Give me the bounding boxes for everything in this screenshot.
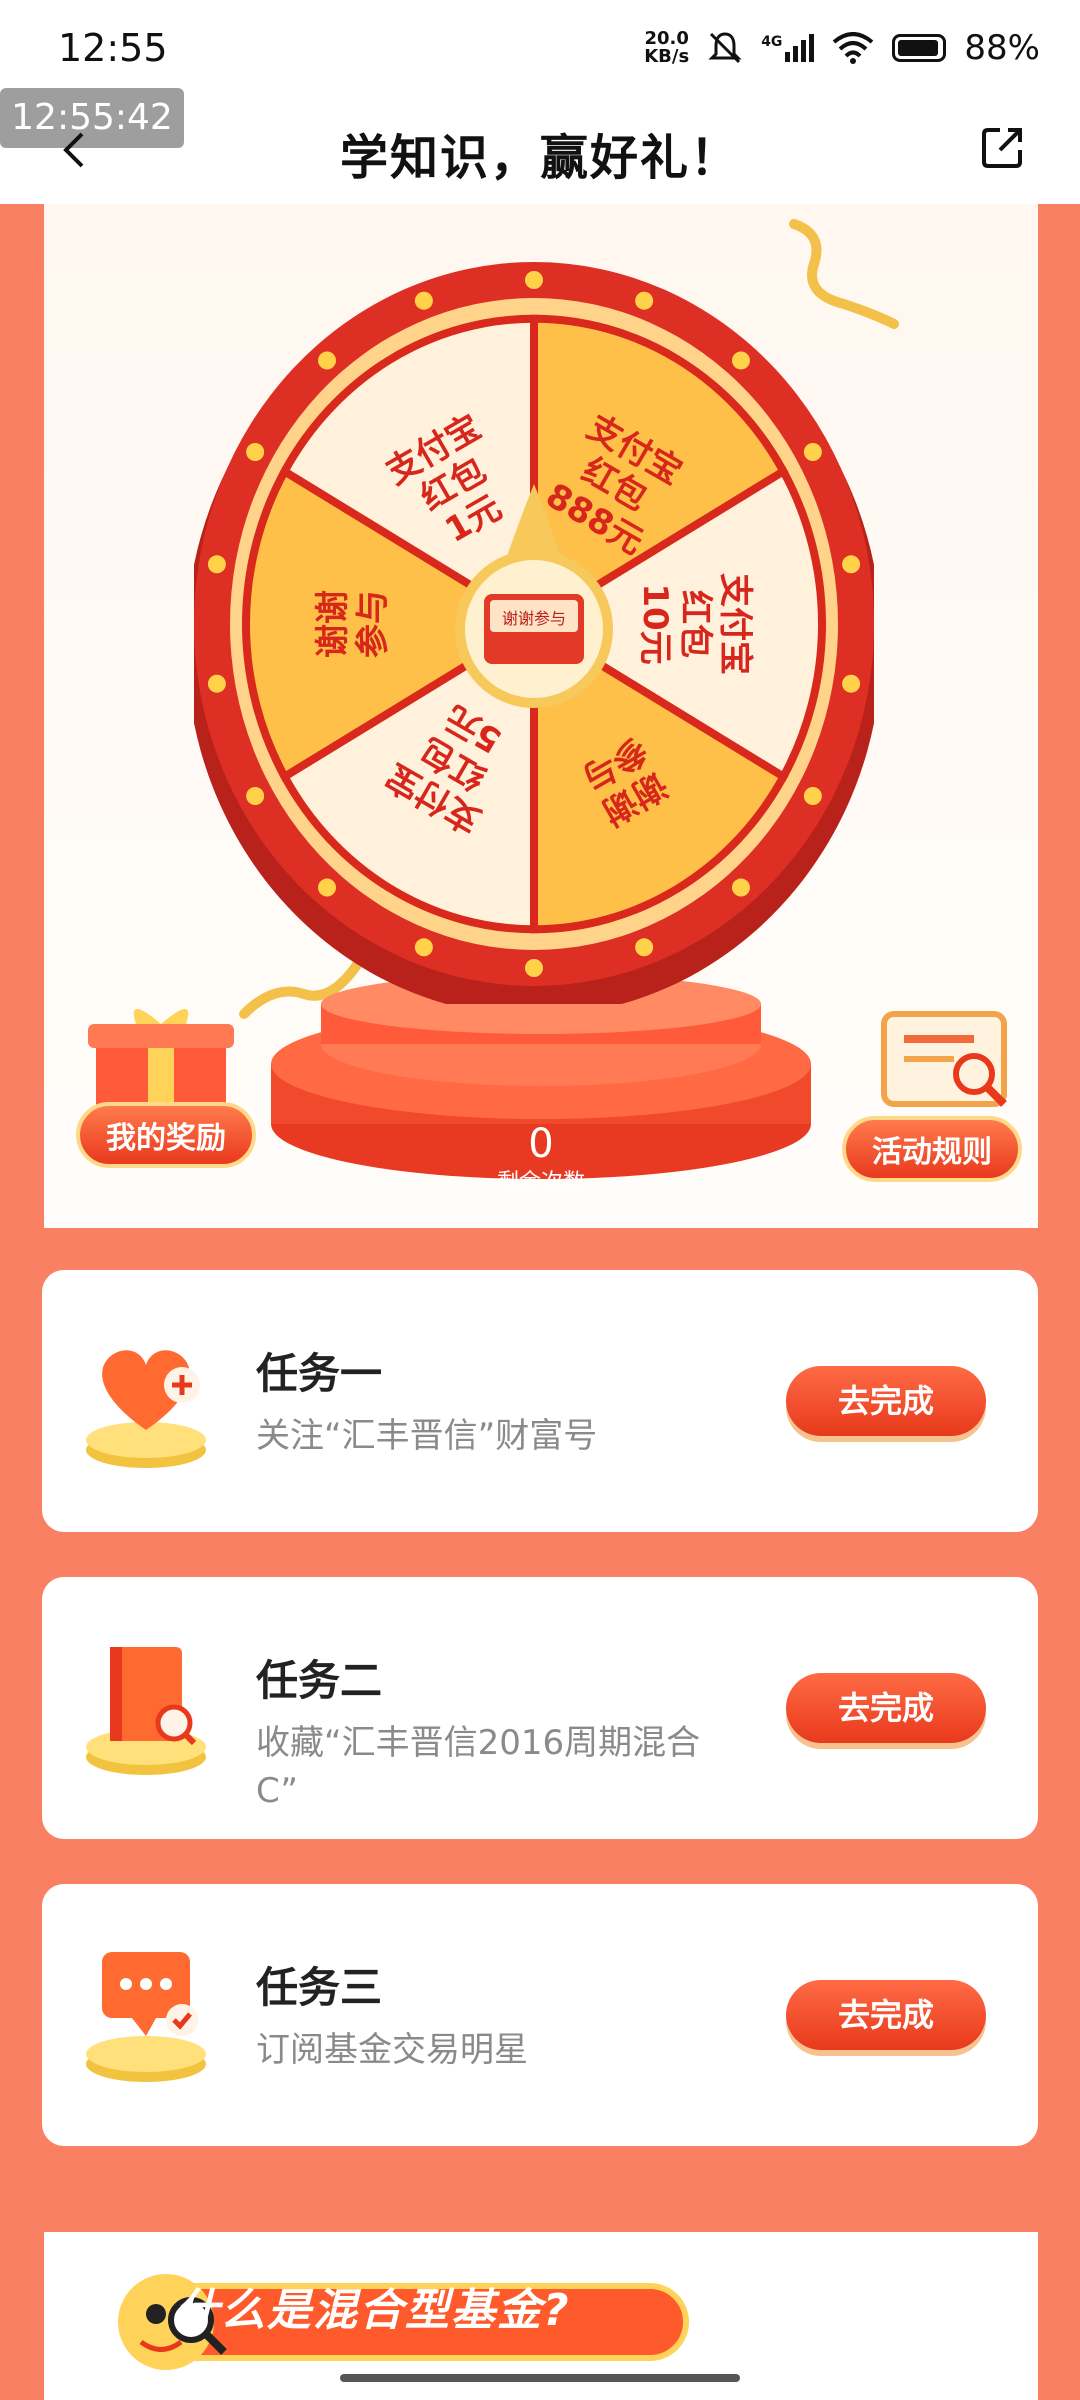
rules-button[interactable]: 活动规则 bbox=[842, 1116, 1022, 1182]
task-description: 订阅基金交易明星 bbox=[256, 2030, 528, 2070]
back-icon[interactable] bbox=[56, 130, 96, 170]
wifi-icon bbox=[833, 32, 874, 64]
wheel-light bbox=[525, 271, 543, 289]
my-rewards-button[interactable]: 我的奖励 bbox=[76, 1102, 256, 1168]
task-complete-button[interactable]: 去完成 bbox=[786, 1980, 986, 2050]
book-search-icon bbox=[86, 1647, 206, 1775]
lottery-area: 0 剩余次数 支付宝 红包 888元 支付宝 红包 10元 谢谢 参与 支付宝 红包 5元 谢谢 参与支… bbox=[44, 204, 1038, 1228]
task-title: 任务三 bbox=[256, 1963, 383, 2012]
share-icon[interactable] bbox=[980, 124, 1026, 170]
status-time: 12:55 bbox=[58, 26, 168, 70]
gift-icon bbox=[88, 1009, 234, 1114]
rules-document-icon bbox=[881, 1011, 1007, 1107]
task-title: 任务二 bbox=[256, 1656, 383, 1705]
wheel-light bbox=[525, 959, 543, 977]
net-speed: 20.0 KB/s bbox=[644, 28, 690, 67]
wheel-light bbox=[207, 555, 226, 574]
wheel-light bbox=[318, 878, 337, 897]
task-description: 收藏“汇丰晋信2016周期混合C” bbox=[256, 1723, 701, 1811]
bell-muted-icon bbox=[708, 32, 742, 64]
wheel-light bbox=[246, 443, 265, 461]
home-indicator[interactable] bbox=[340, 2374, 740, 2382]
wheel-light bbox=[318, 351, 337, 370]
task-description: 关注“汇丰晋信”财富号 bbox=[256, 1416, 598, 1456]
task-card-3: 任务三 订阅基金交易明星 去完成 bbox=[42, 1884, 1038, 2146]
status-bar: 12:55 20.0 KB/s 4G 88% bbox=[0, 0, 1080, 100]
wheel-light bbox=[414, 291, 433, 310]
battery-icon bbox=[892, 34, 947, 62]
wheel-light bbox=[635, 291, 654, 310]
status-icons: 20.0 KB/s 4G 88% bbox=[644, 28, 1040, 68]
signal-icon: 4G bbox=[761, 34, 815, 62]
wheel-light bbox=[731, 878, 750, 897]
task-card-2: 任务二 收藏“汇丰晋信2016周期混合C” 去完成 bbox=[42, 1577, 1038, 1839]
wheel-light bbox=[842, 674, 861, 693]
wheel-light bbox=[731, 351, 750, 370]
heart-plus-icon bbox=[86, 1350, 206, 1468]
wheel-light bbox=[207, 674, 226, 693]
task-complete-button[interactable]: 去完成 bbox=[786, 1366, 986, 1436]
wheel-segment-text: 10元 bbox=[635, 583, 675, 664]
task-complete-button[interactable]: 去完成 bbox=[786, 1673, 986, 1743]
wheel-segment-text: 支付宝 bbox=[715, 573, 755, 675]
wheel-segment-text: 参与 bbox=[353, 590, 393, 658]
wheel-center-label: 谢谢参与 bbox=[502, 609, 566, 628]
wheel-light bbox=[414, 938, 433, 957]
task-title: 任务一 bbox=[256, 1349, 383, 1398]
wheel-light bbox=[842, 555, 861, 574]
battery-level: 88% bbox=[964, 28, 1040, 68]
wheel-light bbox=[803, 443, 822, 461]
wheel-segment-text: 红包 bbox=[675, 590, 715, 658]
wheel-segment-label: 谢谢参与 bbox=[313, 590, 393, 658]
wheel-light bbox=[246, 787, 265, 805]
task-card-1: 任务一 关注“汇丰晋信”财富号 去完成 bbox=[42, 1270, 1038, 1532]
wheel-light bbox=[635, 938, 654, 957]
wheel-segment-text: 谢谢 bbox=[313, 590, 353, 658]
chat-check-icon bbox=[86, 1952, 206, 2082]
wheel-light bbox=[803, 787, 822, 805]
fund-banner-title: 什么是混合型基金? bbox=[175, 2285, 571, 2336]
prize-wheel[interactable]: 支付宝红包888元支付宝红包10元谢谢参与支付宝红包5元谢谢 参与支付宝红包1元 … bbox=[194, 244, 874, 1004]
